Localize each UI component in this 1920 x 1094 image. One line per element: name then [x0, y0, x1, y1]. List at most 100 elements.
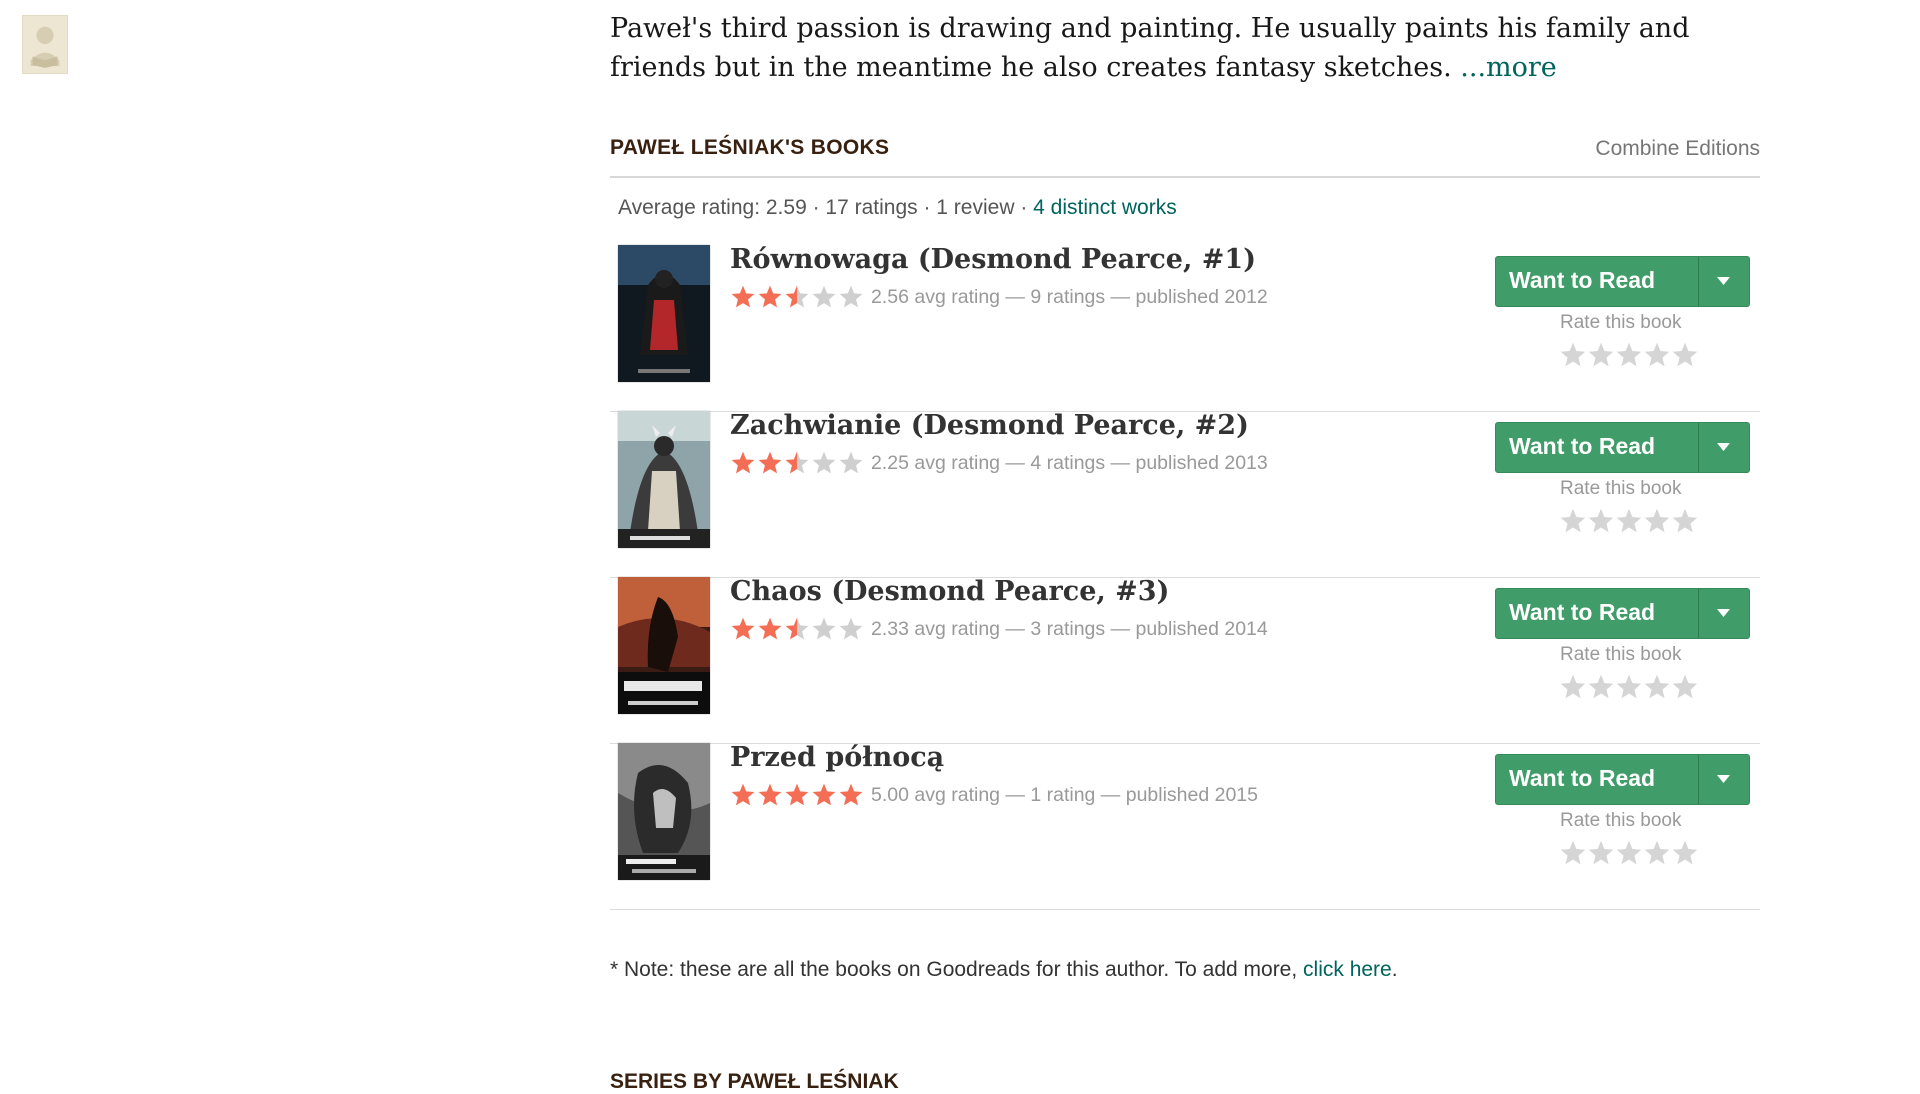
book-cover[interactable] — [618, 577, 710, 714]
minirating-text: 2.33 avg rating — 3 ratings — published … — [871, 617, 1268, 640]
rate-stars[interactable] — [1559, 341, 1699, 369]
star-icon[interactable] — [1559, 673, 1587, 701]
star-icon — [839, 783, 863, 806]
avg-rating-stars — [730, 616, 865, 642]
book-cover[interactable] — [618, 411, 710, 548]
rate-stars[interactable] — [1559, 673, 1699, 701]
book-row: Zachwianie (Desmond Pearce, #2) 2.25 avg… — [610, 410, 1760, 578]
star-icon[interactable] — [1587, 507, 1615, 535]
star-icon[interactable] — [1615, 341, 1643, 369]
avg-rating-stars — [730, 782, 865, 808]
note-suffix: . — [1391, 958, 1398, 981]
star-icon — [731, 783, 755, 806]
rating-line: 2.33 avg rating — 3 ratings — published … — [730, 614, 1268, 644]
want-to-read-button[interactable]: Want to Read — [1495, 422, 1750, 473]
shelf-dropdown-button[interactable] — [1698, 589, 1749, 638]
rating-line: 5.00 avg rating — 1 rating — published 2… — [730, 780, 1258, 810]
book-cover[interactable] — [618, 245, 710, 382]
star-icon[interactable] — [1643, 839, 1671, 867]
note-text: * Note: these are all the books on Goodr… — [610, 958, 1304, 981]
star-icon[interactable] — [1671, 839, 1699, 867]
combine-editions-link[interactable]: Combine Editions — [1595, 137, 1760, 161]
star-icon — [839, 285, 863, 308]
star-icon — [785, 783, 809, 806]
star-icon[interactable] — [1615, 507, 1643, 535]
minirating-text: 5.00 avg rating — 1 rating — published 2… — [871, 783, 1259, 806]
author-avatar-placeholder[interactable] — [22, 15, 68, 74]
book-title-link[interactable]: Przed północą — [730, 742, 944, 773]
caret-down-icon — [1717, 277, 1730, 285]
star-icon[interactable] — [1587, 839, 1615, 867]
star-icon — [758, 783, 782, 806]
minirating-text: 2.25 avg rating — 4 ratings — published … — [871, 451, 1268, 474]
star-icon — [812, 783, 836, 806]
star-icon[interactable] — [1671, 341, 1699, 369]
books-section-header: Paweł Leśniak's Books Combine Editions — [610, 134, 1760, 178]
star-icon — [812, 451, 836, 474]
star-icon — [731, 451, 755, 474]
books-note: * Note: these are all the books on Goodr… — [610, 958, 1398, 982]
star-icon[interactable] — [1643, 341, 1671, 369]
want-to-read-label: Want to Read — [1509, 599, 1656, 625]
star-icon[interactable] — [1643, 673, 1671, 701]
rating-line: 2.56 avg rating — 9 ratings — published … — [730, 282, 1268, 312]
avg-rating-stars — [730, 450, 865, 476]
star-icon — [785, 285, 809, 308]
star-icon — [731, 285, 755, 308]
star-icon[interactable] — [1559, 507, 1587, 535]
star-icon — [758, 285, 782, 308]
want-to-read-label: Want to Read — [1509, 765, 1656, 791]
bio-more-link[interactable]: ...more — [1460, 52, 1557, 83]
star-icon[interactable] — [1671, 507, 1699, 535]
star-icon — [785, 451, 809, 474]
star-icon[interactable] — [1559, 839, 1587, 867]
shelf-dropdown-button[interactable] — [1698, 755, 1749, 804]
star-icon — [839, 451, 863, 474]
book-row: Równowaga (Desmond Pearce, #1) 2.56 avg … — [610, 244, 1760, 412]
book-row: Chaos (Desmond Pearce, #3) 2.33 avg rati… — [610, 576, 1760, 744]
star-icon — [839, 617, 863, 640]
author-bio: Paweł's third passion is drawing and pai… — [610, 10, 1760, 87]
star-icon[interactable] — [1671, 673, 1699, 701]
avg-rating-stars — [730, 284, 865, 310]
star-icon — [812, 285, 836, 308]
rate-this-book-label: Rate this book — [1560, 478, 1682, 499]
rate-this-book-label: Rate this book — [1560, 312, 1682, 333]
want-to-read-button[interactable]: Want to Read — [1495, 256, 1750, 307]
user-icon — [30, 26, 60, 68]
book-title-link[interactable]: Równowaga (Desmond Pearce, #1) — [730, 244, 1256, 275]
star-icon — [731, 617, 755, 640]
shelf-dropdown-button[interactable] — [1698, 257, 1749, 306]
distinct-works-link[interactable]: 4 distinct works — [1033, 196, 1177, 219]
book-cover[interactable] — [618, 743, 710, 880]
star-icon[interactable] — [1643, 507, 1671, 535]
caret-down-icon — [1717, 775, 1730, 783]
series-section-title: Series by Paweł Leśniak — [610, 1070, 899, 1093]
want-to-read-label: Want to Read — [1509, 433, 1656, 459]
star-icon — [812, 617, 836, 640]
minirating-text: 2.56 avg rating — 9 ratings — published … — [871, 285, 1268, 308]
book-title-link[interactable]: Zachwianie (Desmond Pearce, #2) — [730, 410, 1249, 441]
add-books-link[interactable]: click here — [1303, 958, 1392, 981]
rate-stars[interactable] — [1559, 507, 1699, 535]
star-icon — [758, 617, 782, 640]
caret-down-icon — [1717, 443, 1730, 451]
rate-stars[interactable] — [1559, 839, 1699, 867]
star-icon[interactable] — [1615, 839, 1643, 867]
star-icon[interactable] — [1615, 673, 1643, 701]
star-icon[interactable] — [1587, 673, 1615, 701]
average-rating-summary: Average rating: 2.59 · 17 ratings · 1 re… — [618, 196, 1177, 220]
want-to-read-label: Want to Read — [1509, 267, 1656, 293]
shelf-dropdown-button[interactable] — [1698, 423, 1749, 472]
star-icon[interactable] — [1587, 341, 1615, 369]
want-to-read-button[interactable]: Want to Read — [1495, 588, 1750, 639]
book-row: Przed północą 5.00 avg rating — 1 rating… — [610, 742, 1760, 910]
average-rating-text: Average rating: 2.59 · 17 ratings · 1 re… — [618, 196, 1034, 219]
books-section-title[interactable]: Paweł Leśniak's Books — [610, 136, 889, 160]
star-icon[interactable] — [1559, 341, 1587, 369]
rate-this-book-label: Rate this book — [1560, 644, 1682, 665]
rate-this-book-label: Rate this book — [1560, 810, 1682, 831]
want-to-read-button[interactable]: Want to Read — [1495, 754, 1750, 805]
star-icon — [785, 617, 809, 640]
book-title-link[interactable]: Chaos (Desmond Pearce, #3) — [730, 576, 1169, 607]
